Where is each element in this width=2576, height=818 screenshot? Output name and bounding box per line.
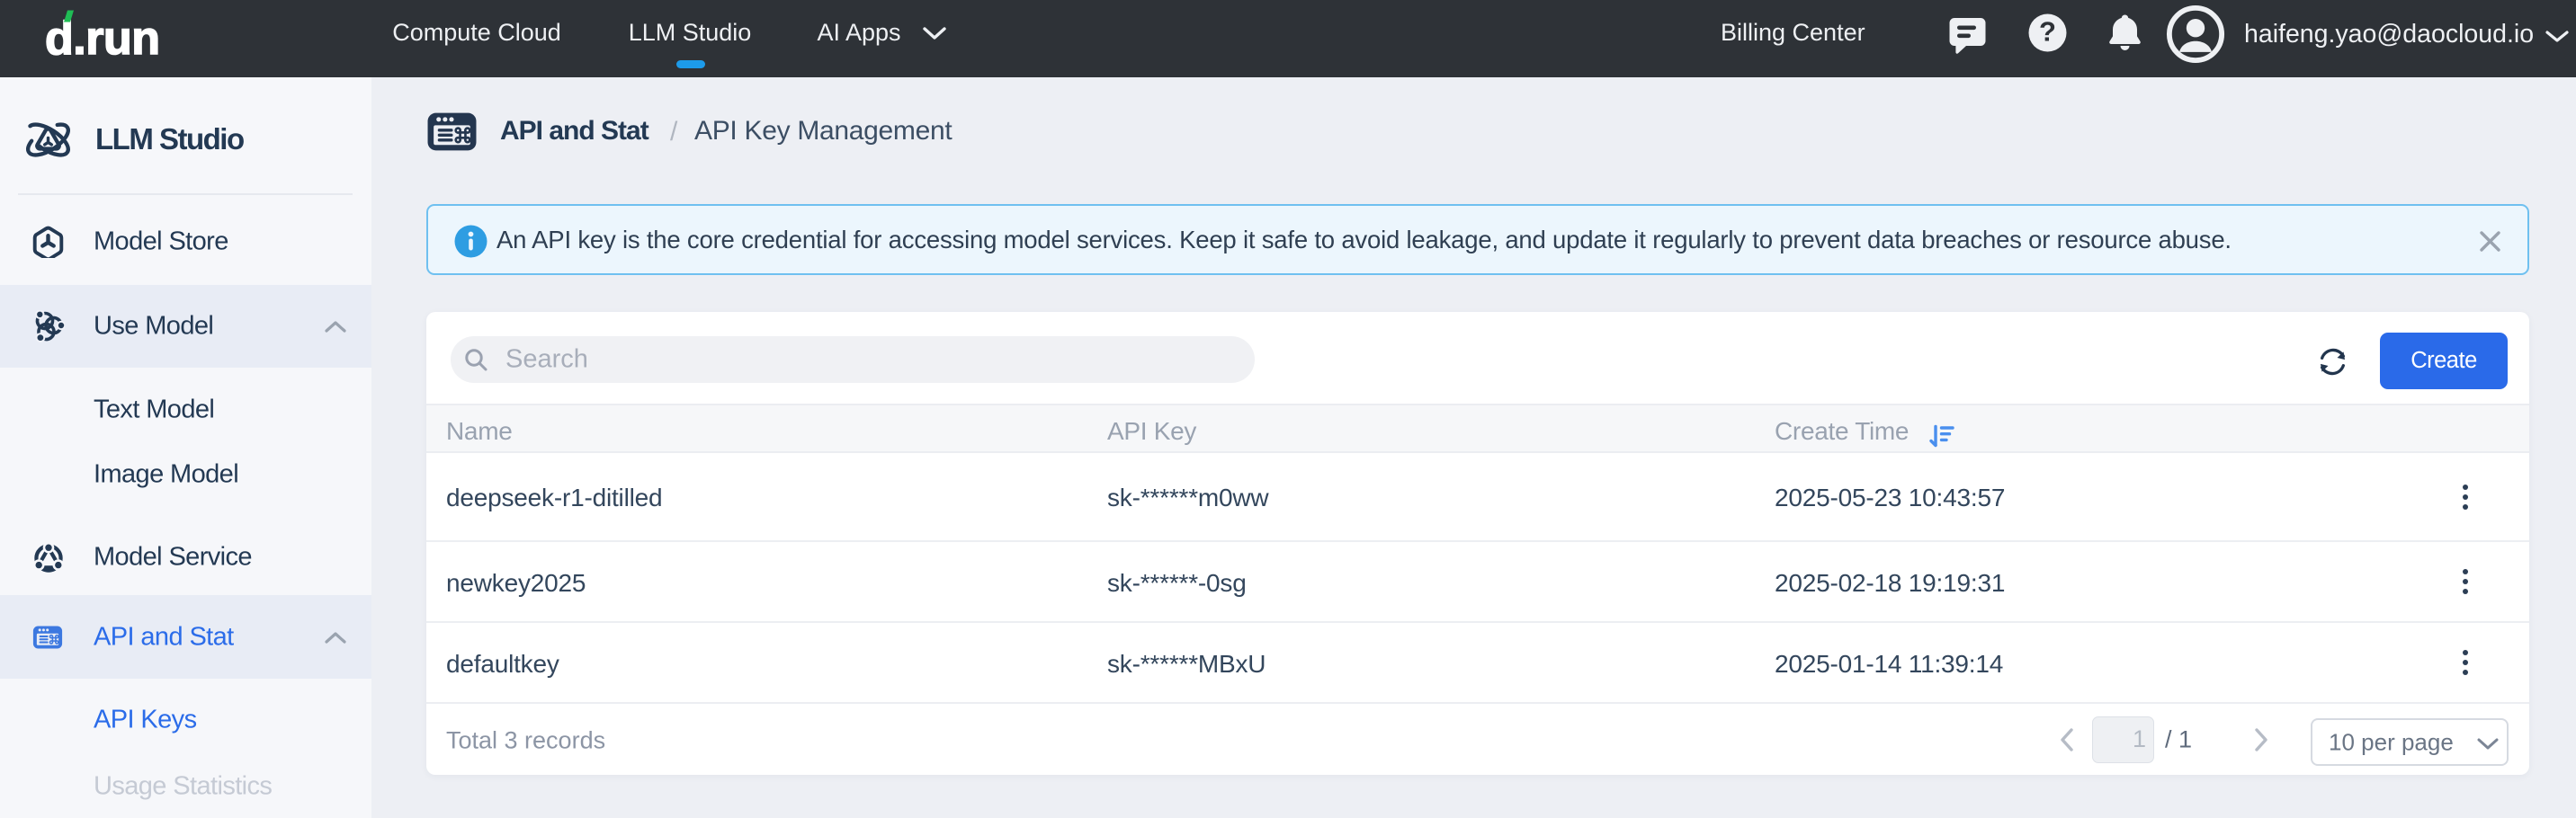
svg-text:?: ? [2039, 16, 2056, 48]
